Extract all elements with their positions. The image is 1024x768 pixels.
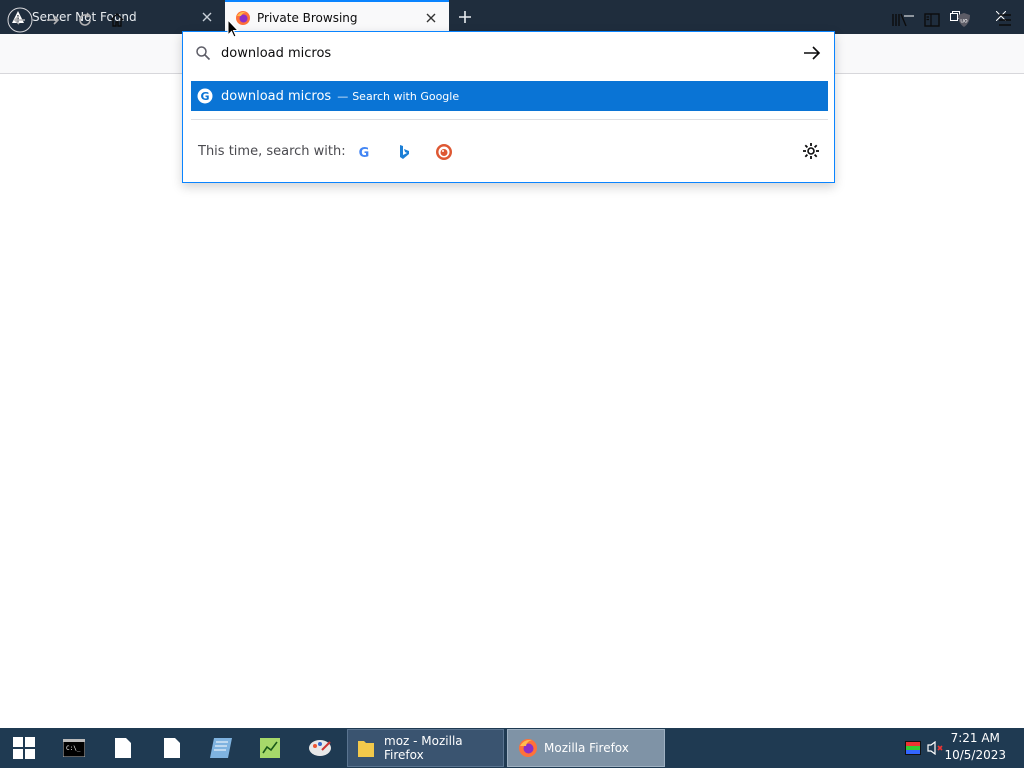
reload-button[interactable] [70,5,100,35]
paint-icon [309,740,331,756]
google-engine-button[interactable]: G [354,142,374,162]
tray-clock[interactable]: 7:21 AM 10/5/2023 [944,730,1006,764]
gear-icon [803,143,819,159]
start-button[interactable] [4,728,44,768]
library-icon [892,13,907,27]
ublock-button[interactable]: uo [949,5,979,35]
ublock-shield-icon: uo [958,13,970,27]
library-button[interactable] [885,5,915,35]
taskbar-window-label: moz - Mozilla Firefox [384,734,463,762]
taskbar-window-firefox[interactable]: Mozilla Firefox [507,729,665,767]
forward-button[interactable] [38,5,68,35]
clock-date: 10/5/2023 [944,748,1006,762]
terminal-icon: C:\_ [63,739,85,757]
close-tab-icon[interactable] [419,6,443,30]
bing-icon [400,145,409,159]
reload-icon [79,12,92,26]
sidebar-icon [924,13,940,27]
color-tray-icon[interactable] [905,741,921,758]
duckduckgo-icon [436,144,452,160]
suggestion-action: Search with Google [352,89,460,103]
windows-logo-icon [13,737,35,759]
taskbar-app-5[interactable] [300,728,340,768]
search-icon [195,45,211,61]
svg-text:G: G [359,146,370,160]
hamburger-menu-icon [999,14,1011,26]
google-icon: G [197,88,213,104]
spreadsheet-icon [260,738,280,758]
svg-text:C:\_: C:\_ [66,745,81,752]
go-arrow-button[interactable] [803,45,821,64]
google-icon: G [359,146,370,160]
taskbar-app-4[interactable] [250,728,290,768]
bing-engine-button[interactable] [394,142,414,162]
svg-text:uo: uo [960,18,968,25]
taskbar-file-1[interactable] [103,728,143,768]
mouse-cursor-icon [227,18,240,42]
urlbar-text[interactable]: download micros [221,46,331,61]
suggestion-text: download micros [221,88,332,104]
go-arrow-icon [804,46,821,60]
document-icon [115,738,131,758]
search-suggestion-row[interactable]: G download micros — Search with Google [191,81,828,111]
urlbar-input[interactable]: download micros [183,32,834,74]
suggestion-separator: — [337,89,349,103]
plus-icon [459,11,471,23]
taskbar-file-2[interactable] [152,728,192,768]
divider [191,119,828,120]
volume-muted-icon[interactable] [927,740,945,758]
firefox-icon [518,738,538,758]
folder-icon [358,739,374,757]
forward-arrow-icon [47,15,60,25]
close-tab-icon[interactable] [195,5,219,29]
tab-label: Private Browsing [257,11,358,25]
notebook-icon [210,738,232,758]
sidebar-toggle-button[interactable] [917,5,947,35]
home-icon [110,13,124,27]
document-icon [164,738,180,758]
svg-text:G: G [200,90,209,103]
tab-private-browsing[interactable]: Private Browsing [225,0,449,34]
taskbar-app-3[interactable] [201,728,241,768]
clock-time: 7:21 AM [950,731,1000,745]
duckduckgo-engine-button[interactable] [434,142,454,162]
back-arrow-icon [7,7,33,33]
urlbar-popup: download micros G download micros — Sear… [182,31,835,183]
new-tab-button[interactable] [452,4,478,30]
taskbar-terminal[interactable]: C:\_ [54,728,94,768]
back-button[interactable] [5,5,35,35]
search-settings-button[interactable] [802,142,820,163]
menu-button[interactable] [990,5,1020,35]
search-with-label: This time, search with: [198,144,346,159]
taskbar-window-explorer[interactable]: moz - Mozilla Firefox [347,729,504,767]
home-button[interactable] [102,5,132,35]
taskbar-window-label: Mozilla Firefox [544,741,629,755]
